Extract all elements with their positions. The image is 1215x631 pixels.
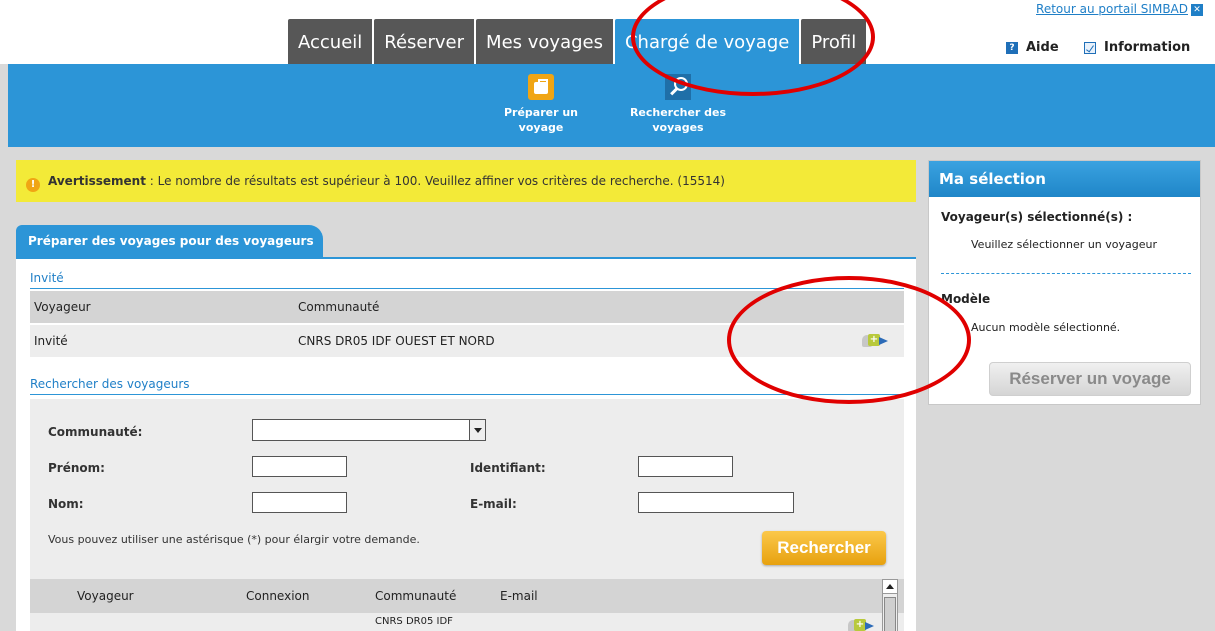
close-icon[interactable]: ✕ bbox=[1191, 4, 1203, 16]
nom-field[interactable] bbox=[252, 492, 347, 513]
warning-title: Avertissement bbox=[48, 174, 146, 188]
warning-text: : Le nombre de résultats est supérieur à… bbox=[145, 174, 725, 188]
briefcase-icon bbox=[528, 74, 554, 100]
information-label: Information bbox=[1104, 40, 1191, 55]
communaute-select[interactable] bbox=[252, 419, 486, 441]
selected-travelers-label: Voyageur(s) sélectionné(s) : bbox=[941, 210, 1133, 224]
email-label: E-mail: bbox=[470, 497, 517, 511]
row-communaute: CNRS DR05 IDF OUEST ET NORD bbox=[298, 334, 495, 348]
top-bar: Retour au portail SIMBAD ✕ Accueil Réserv… bbox=[0, 0, 1215, 64]
main-panel: Invité Voyageur Communauté Invité CNRS D… bbox=[16, 257, 916, 631]
subnav-search-voyages[interactable]: Rechercher des voyages bbox=[626, 74, 730, 135]
tab-profil[interactable]: Profil bbox=[801, 19, 869, 64]
help-link[interactable]: ? Aide bbox=[1006, 40, 1059, 55]
main-tabs: Accueil Réserver Mes voyages Chargé de v… bbox=[288, 19, 869, 64]
arrow-right-icon bbox=[865, 622, 874, 630]
search-hint: Vous pouvez utiliser une astérisque (*) … bbox=[48, 533, 420, 546]
email-field[interactable] bbox=[638, 492, 794, 513]
tab-reserver[interactable]: Réserver bbox=[374, 19, 477, 64]
add-traveler-icon[interactable]: + bbox=[862, 334, 888, 348]
table-row[interactable]: CNRS DR05 IDF + bbox=[30, 613, 904, 631]
tab-prepare-voyages[interactable]: Préparer des voyages pour des voyageurs bbox=[16, 225, 323, 258]
help-label: Aide bbox=[1026, 40, 1059, 55]
search-button[interactable]: Rechercher bbox=[762, 531, 886, 565]
help-icon: ? bbox=[1006, 41, 1018, 54]
prenom-field[interactable] bbox=[252, 456, 347, 477]
subnav-prepare-line2: voyage bbox=[518, 121, 564, 134]
divider bbox=[941, 273, 1191, 274]
return-portal-label: Retour au portail SIMBAD bbox=[1036, 2, 1188, 16]
warning-icon: ! bbox=[26, 178, 40, 192]
row-voyageur: Invité bbox=[34, 334, 68, 348]
communaute-label: Communauté: bbox=[48, 425, 143, 439]
divider bbox=[30, 288, 904, 289]
subnav-prepare-line1: Préparer un bbox=[503, 106, 579, 119]
results-scrollbar[interactable] bbox=[882, 579, 898, 631]
search-section-title: Rechercher des voyageurs bbox=[30, 377, 190, 391]
info-edit-icon bbox=[1084, 41, 1096, 54]
results-header-voyageur[interactable]: Voyageur bbox=[77, 579, 134, 613]
results-table-header: Voyageur Connexion Communauté E-mail bbox=[30, 579, 904, 613]
tab-charge-de-voyage[interactable]: Chargé de voyage bbox=[614, 19, 802, 64]
invite-section-title: Invité bbox=[30, 271, 64, 285]
search-form: Communauté: Prénom: Identifiant: Nom: E-… bbox=[30, 399, 904, 631]
prenom-label: Prénom: bbox=[48, 461, 105, 475]
subnav-search-line2: voyages bbox=[652, 121, 704, 134]
identifiant-field[interactable] bbox=[638, 456, 733, 477]
tab-mes-voyages[interactable]: Mes voyages bbox=[476, 19, 615, 64]
modele-label: Modèle bbox=[941, 292, 991, 306]
nom-label: Nom: bbox=[48, 497, 84, 511]
modele-text: Aucun modèle sélectionné. bbox=[971, 321, 1121, 334]
invite-table-row[interactable]: Invité CNRS DR05 IDF OUEST ET NORD + bbox=[30, 325, 904, 357]
scroll-up-icon[interactable] bbox=[883, 580, 897, 594]
result-communaute: CNRS DR05 IDF bbox=[375, 616, 453, 627]
results-header-email[interactable]: E-mail bbox=[500, 579, 538, 613]
selection-title: Ma sélection bbox=[929, 161, 1200, 197]
header-voyageur: Voyageur bbox=[34, 300, 91, 314]
add-traveler-icon[interactable]: + bbox=[848, 619, 874, 631]
selection-panel: Ma sélection Voyageur(s) sélectionné(s) … bbox=[928, 160, 1201, 405]
identifiant-label: Identifiant: bbox=[470, 461, 546, 475]
subnav-search-line1: Rechercher des bbox=[629, 106, 727, 119]
search-icon bbox=[665, 74, 691, 100]
results-header-communaute[interactable]: Communauté bbox=[375, 579, 456, 613]
arrow-right-icon bbox=[879, 337, 888, 345]
return-portal-link[interactable]: Retour au portail SIMBAD ✕ bbox=[1036, 2, 1203, 16]
header-communaute: Communauté bbox=[298, 300, 380, 314]
divider bbox=[30, 394, 904, 395]
chevron-down-icon[interactable] bbox=[469, 420, 485, 440]
scroll-thumb[interactable] bbox=[884, 597, 896, 631]
results-header-connexion[interactable]: Connexion bbox=[246, 579, 310, 613]
selected-travelers-text: Veuillez sélectionner un voyageur bbox=[971, 238, 1157, 251]
tab-accueil[interactable]: Accueil bbox=[288, 19, 375, 64]
warning-banner: ! Avertissement : Le nombre de résultats … bbox=[16, 160, 916, 202]
invite-table-header: Voyageur Communauté bbox=[30, 291, 904, 323]
sub-navigation: Préparer un voyage Rechercher des voyage… bbox=[8, 64, 1215, 147]
subnav-prepare-voyage[interactable]: Préparer un voyage bbox=[496, 74, 586, 135]
information-link[interactable]: Information bbox=[1084, 40, 1190, 55]
reserve-voyage-button[interactable]: Réserver un voyage bbox=[989, 362, 1191, 396]
